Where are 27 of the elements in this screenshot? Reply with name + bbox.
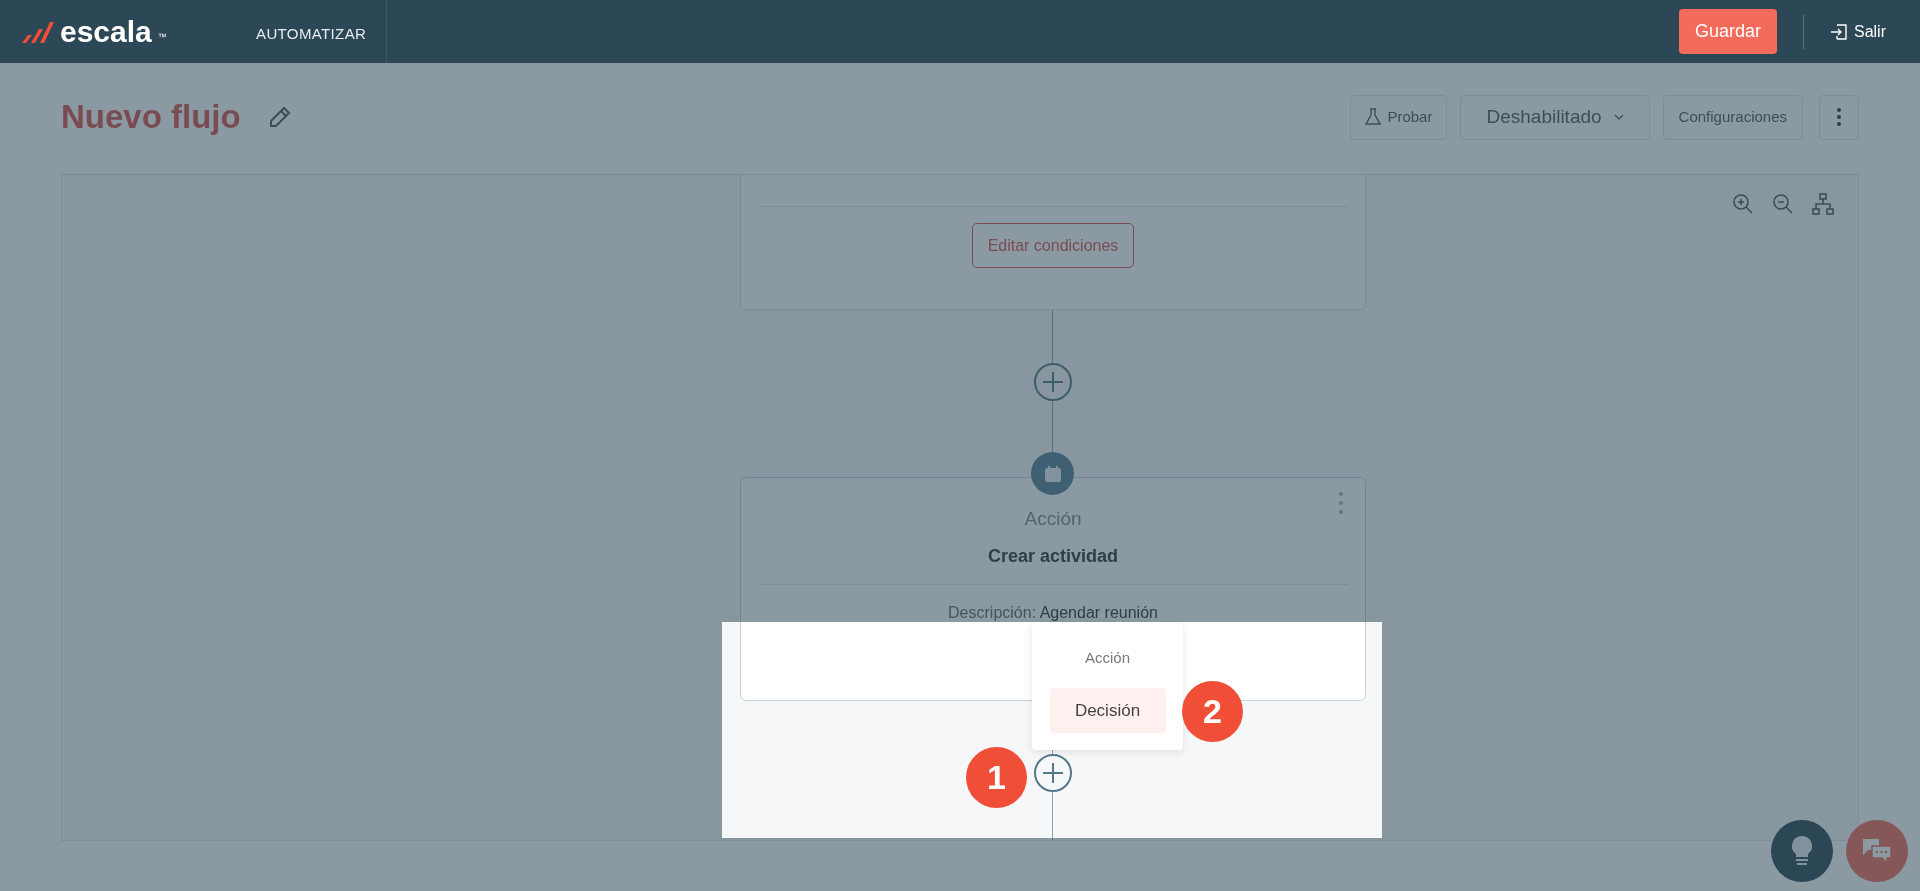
settings-button[interactable]: Configuraciones [1662,94,1803,140]
edit-conditions-button[interactable]: Editar condiciones [971,223,1135,268]
flask-icon [1365,108,1382,126]
exit-icon [1830,22,1848,41]
add-step-button[interactable] [1033,753,1073,793]
more-options-button[interactable] [1819,94,1859,140]
node-description: Descripción: Agendar reunión [948,602,1158,623]
node-title: Crear actividad [987,544,1119,568]
lightbulb-icon [1791,835,1813,867]
status-dropdown[interactable]: Deshabilitado [1460,94,1650,140]
test-button[interactable]: Probar [1350,94,1448,140]
menu-item[interactable]: Acción [1049,638,1166,678]
nav-item[interactable]: AUTOMATIZAR [256,17,367,46]
zoom-in-icon[interactable] [1732,193,1754,215]
logo-text: escala [60,16,152,47]
menu-item[interactable]: Decisión [1049,688,1166,733]
trademark: ™ [157,30,167,44]
kebab-icon [1837,108,1841,126]
add-step-button[interactable] [1033,362,1073,402]
chevron-down-icon [1613,114,1624,120]
kebab-icon[interactable] [1339,492,1343,514]
chat-icon [1862,838,1892,864]
save-button[interactable]: Guardar [1678,9,1777,54]
hierarchy-icon[interactable] [1812,193,1834,215]
zoom-out-icon[interactable] [1772,193,1794,215]
page-title: Nuevo flujo [61,97,241,138]
exit-button[interactable]: Salir [1830,19,1886,44]
